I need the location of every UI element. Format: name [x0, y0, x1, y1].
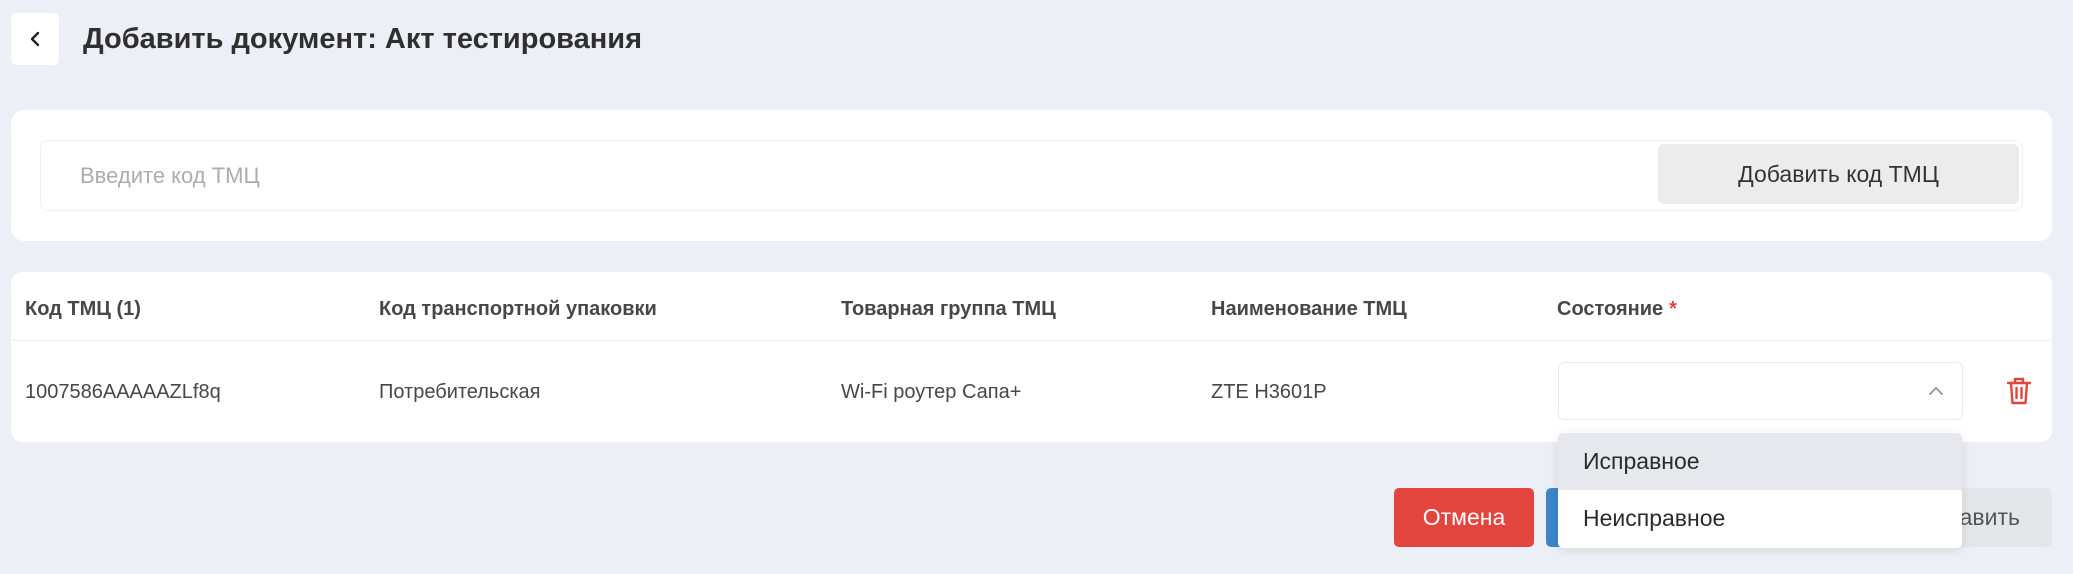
- tmc-code-input[interactable]: [41, 141, 1651, 210]
- search-card: Добавить код ТМЦ: [11, 110, 2052, 241]
- state-dropdown-menu: Исправное Неисправное: [1558, 433, 1962, 548]
- column-header-group: Товарная группа ТМЦ: [841, 298, 1056, 320]
- chevron-left-icon: [30, 31, 40, 47]
- add-code-button[interactable]: Добавить код ТМЦ: [1658, 144, 2019, 204]
- state-select[interactable]: [1558, 362, 1963, 420]
- cell-name: ZTE H3601P: [1211, 381, 1327, 403]
- column-header-state: Состояние *: [1557, 294, 1677, 324]
- cancel-button[interactable]: Отмена: [1394, 488, 1534, 547]
- page-title: Добавить документ: Акт тестирования: [83, 23, 643, 55]
- trash-icon[interactable]: [2006, 376, 2032, 406]
- cell-package: Потребительская: [379, 381, 541, 403]
- column-header-name: Наименование ТМЦ: [1211, 298, 1407, 320]
- dropdown-option-faulty[interactable]: Неисправное: [1558, 490, 1962, 547]
- back-button[interactable]: [11, 13, 59, 65]
- chevron-up-icon: [1929, 387, 1943, 395]
- search-box: Добавить код ТМЦ: [40, 140, 2023, 211]
- column-header-code: Код ТМЦ (1): [25, 298, 141, 320]
- cell-code: 1007586AAAAAZLf8q: [25, 381, 221, 403]
- cell-group: Wi-Fi роутер Сапа+: [841, 381, 1022, 403]
- dropdown-option-ok[interactable]: Исправное: [1558, 433, 1962, 490]
- column-header-state-label: Состояние: [1557, 298, 1664, 320]
- header-divider: [11, 340, 2052, 341]
- column-header-package: Код транспортной упаковки: [379, 298, 657, 320]
- required-mark: *: [1669, 298, 1677, 320]
- items-table: Код ТМЦ (1) Код транспортной упаковки То…: [11, 272, 2052, 442]
